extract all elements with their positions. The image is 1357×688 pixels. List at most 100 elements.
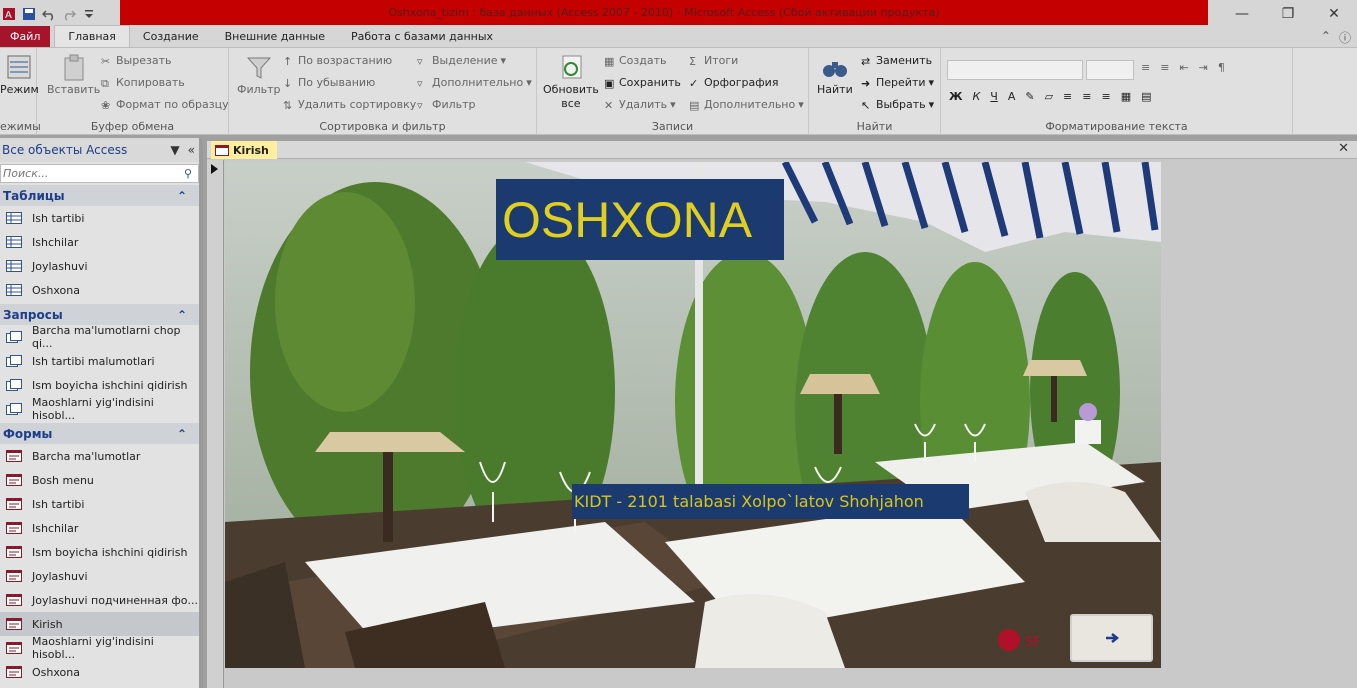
save-icon[interactable] xyxy=(22,7,36,21)
record-pointer-icon xyxy=(211,164,218,174)
remove-sort-button[interactable]: ⇅ Удалить сортировку xyxy=(283,98,416,112)
alternate-row-color-icon[interactable]: ▤ xyxy=(1141,90,1151,103)
replace-button[interactable]: ⇄ Заменить xyxy=(861,54,932,68)
nav-table-item[interactable]: Joylashuvi xyxy=(0,254,199,278)
find-button[interactable]: Найти xyxy=(817,54,853,96)
nav-form-item[interactable]: Ish tartibi xyxy=(0,492,199,516)
next-button[interactable] xyxy=(1070,614,1153,662)
align-left-icon[interactable]: ≡ xyxy=(1063,90,1072,103)
search-icon[interactable]: ⚲ xyxy=(178,165,198,182)
goto-button[interactable]: ➜ Перейти ▾ xyxy=(861,76,934,90)
spelling-button[interactable]: ✓ Орфография xyxy=(689,76,778,90)
help-icon[interactable]: ⓘ xyxy=(1339,29,1351,46)
navigation-pane: Все объекты Access ▼ « ⚲ Таблицы⌃ Ish ta… xyxy=(0,138,203,688)
close-document-icon[interactable]: ✕ xyxy=(1338,141,1349,156)
nav-collapse-icon[interactable]: « xyxy=(188,143,195,157)
nav-table-item[interactable]: Oshxona xyxy=(0,278,199,302)
refresh-all-button[interactable]: Обновить все xyxy=(543,54,599,110)
record-selector[interactable] xyxy=(207,160,224,688)
nav-header[interactable]: Все объекты Access ▼ « xyxy=(0,138,199,162)
bold-button[interactable]: Ж xyxy=(949,90,962,103)
nav-form-item[interactable]: Oshxona xyxy=(0,660,199,684)
new-record-button[interactable]: ▦ Создать xyxy=(604,54,667,68)
totals-button[interactable]: Σ Итоги xyxy=(689,54,738,68)
selection-button[interactable]: ▿ Выделение ▾ xyxy=(417,54,506,68)
nav-form-item[interactable]: Ism boyicha ishchini qidirish xyxy=(0,540,199,564)
paste-button[interactable]: Вставить xyxy=(47,54,100,96)
arrow-right-icon xyxy=(1105,633,1119,643)
advanced-filter-icon: ▿ xyxy=(417,76,423,90)
nav-form-item[interactable]: Ishchilar xyxy=(0,516,199,540)
paragraph-icon[interactable]: ¶ xyxy=(1218,61,1225,74)
access-app-icon[interactable]: A xyxy=(2,7,16,21)
highlight-icon[interactable]: ✎ xyxy=(1025,90,1034,103)
nav-table-item[interactable]: Ish tartibi xyxy=(0,206,199,230)
nav-query-item[interactable]: Maoshlarni yig'indisini hisobl... xyxy=(0,396,199,422)
align-right-icon[interactable]: ≡ xyxy=(1101,90,1110,103)
group-label-text-formatting: Форматирование текста xyxy=(1045,120,1188,133)
tab-create[interactable]: Создание xyxy=(130,26,212,47)
nav-form-item[interactable]: Barcha ma'lumotlar xyxy=(0,444,199,468)
minimize-button[interactable]: — xyxy=(1219,0,1265,27)
nav-form-item-selected[interactable]: Kirish xyxy=(0,612,199,636)
ribbon: Режим ежимы Вставить ✂ Вырезать ⧉ Копирова… xyxy=(0,48,1357,135)
copy-button[interactable]: ⧉ Копировать xyxy=(101,76,185,90)
redo-icon[interactable] xyxy=(62,7,76,21)
tab-home[interactable]: Главная xyxy=(54,25,130,47)
indent-increase-icon[interactable]: ⇥ xyxy=(1199,61,1208,74)
nav-section-queries[interactable]: Запросы ⌃ xyxy=(0,304,199,325)
view-mode-button[interactable]: Режим xyxy=(0,54,39,96)
underline-button[interactable]: Ч xyxy=(990,90,998,103)
filter-button[interactable]: Фильтр xyxy=(237,54,281,96)
select-button[interactable]: ↖ Выбрать ▾ xyxy=(861,98,934,112)
maximize-button[interactable]: ❐ xyxy=(1265,0,1311,27)
undo-icon[interactable] xyxy=(42,7,56,21)
nav-section-tables[interactable]: Таблицы ⌃ xyxy=(0,185,199,206)
delete-record-button[interactable]: ✕ Удалить ▾ xyxy=(604,98,676,112)
font-size-combo[interactable] xyxy=(1086,60,1134,80)
nav-form-item[interactable]: Joylashuvi подчиненная фо... xyxy=(0,588,199,612)
format-painter-button[interactable]: ❀ Формат по образцу xyxy=(101,98,229,112)
more-records-button[interactable]: ▤ Дополнительно ▾ xyxy=(689,98,804,112)
collapse-section-icon: ⌃ xyxy=(176,307,187,322)
bullets-icon[interactable]: ≡ xyxy=(1141,61,1150,74)
ribbon-collapse-icon[interactable]: ⌃ xyxy=(1321,29,1331,46)
sort-ascending-button[interactable]: ↑ По возрастанию xyxy=(283,54,392,68)
nav-table-item[interactable]: Ishchilar xyxy=(0,230,199,254)
cut-button[interactable]: ✂ Вырезать xyxy=(101,54,171,68)
tab-file[interactable]: Файл xyxy=(0,26,51,47)
nav-search-input[interactable] xyxy=(1,165,178,182)
form-icon xyxy=(6,594,22,606)
group-label-clipboard: Буфер обмена xyxy=(90,120,175,133)
customize-qat-icon[interactable] xyxy=(82,7,96,21)
save-record-button[interactable]: ▣ Сохранить xyxy=(604,76,681,90)
gridlines-icon[interactable]: ▦ xyxy=(1121,90,1131,103)
group-label-find: Найти xyxy=(856,120,893,133)
indent-decrease-icon[interactable]: ⇤ xyxy=(1179,61,1188,74)
tab-database-tools[interactable]: Работа с базами данных xyxy=(338,26,506,47)
italic-button[interactable]: К xyxy=(972,90,980,103)
nav-menu-icon[interactable]: ▼ xyxy=(170,143,179,157)
font-name-combo[interactable] xyxy=(947,60,1083,80)
nav-form-item[interactable]: Bosh menu xyxy=(0,468,199,492)
nav-query-item[interactable]: Ism boyicha ishchini qidirish xyxy=(0,373,199,397)
more-icon: ▤ xyxy=(689,98,700,112)
svg-text:A: A xyxy=(5,10,12,21)
nav-form-item[interactable]: Joylashuvi xyxy=(0,564,199,588)
toggle-filter-button[interactable]: ▿ Фильтр xyxy=(417,98,476,112)
advanced-filter-button[interactable]: ▿ Дополнительно ▾ xyxy=(417,76,532,90)
fill-color-icon[interactable]: ▱ xyxy=(1045,90,1053,103)
nav-section-forms[interactable]: Формы ⌃ xyxy=(0,423,199,444)
table-icon xyxy=(6,212,22,224)
nav-query-item[interactable]: Ish tartibi malumotlari xyxy=(0,349,199,373)
sort-descending-icon: ↓ xyxy=(283,76,293,90)
tab-external-data[interactable]: Внешние данные xyxy=(212,26,338,47)
align-center-icon[interactable]: ≡ xyxy=(1082,90,1091,103)
document-tab-kirish[interactable]: Kirish xyxy=(211,141,277,159)
nav-form-item[interactable]: Maoshlarni yig'indisini hisobl... xyxy=(0,635,199,661)
nav-query-item[interactable]: Barcha ma'lumotlarni chop qi... xyxy=(0,324,199,350)
sort-descending-button[interactable]: ↓ По убыванию xyxy=(283,76,375,90)
numbering-icon[interactable]: ≡ xyxy=(1160,61,1169,74)
close-window-button[interactable]: ✕ xyxy=(1311,0,1357,27)
font-color-button[interactable]: А xyxy=(1008,90,1016,103)
